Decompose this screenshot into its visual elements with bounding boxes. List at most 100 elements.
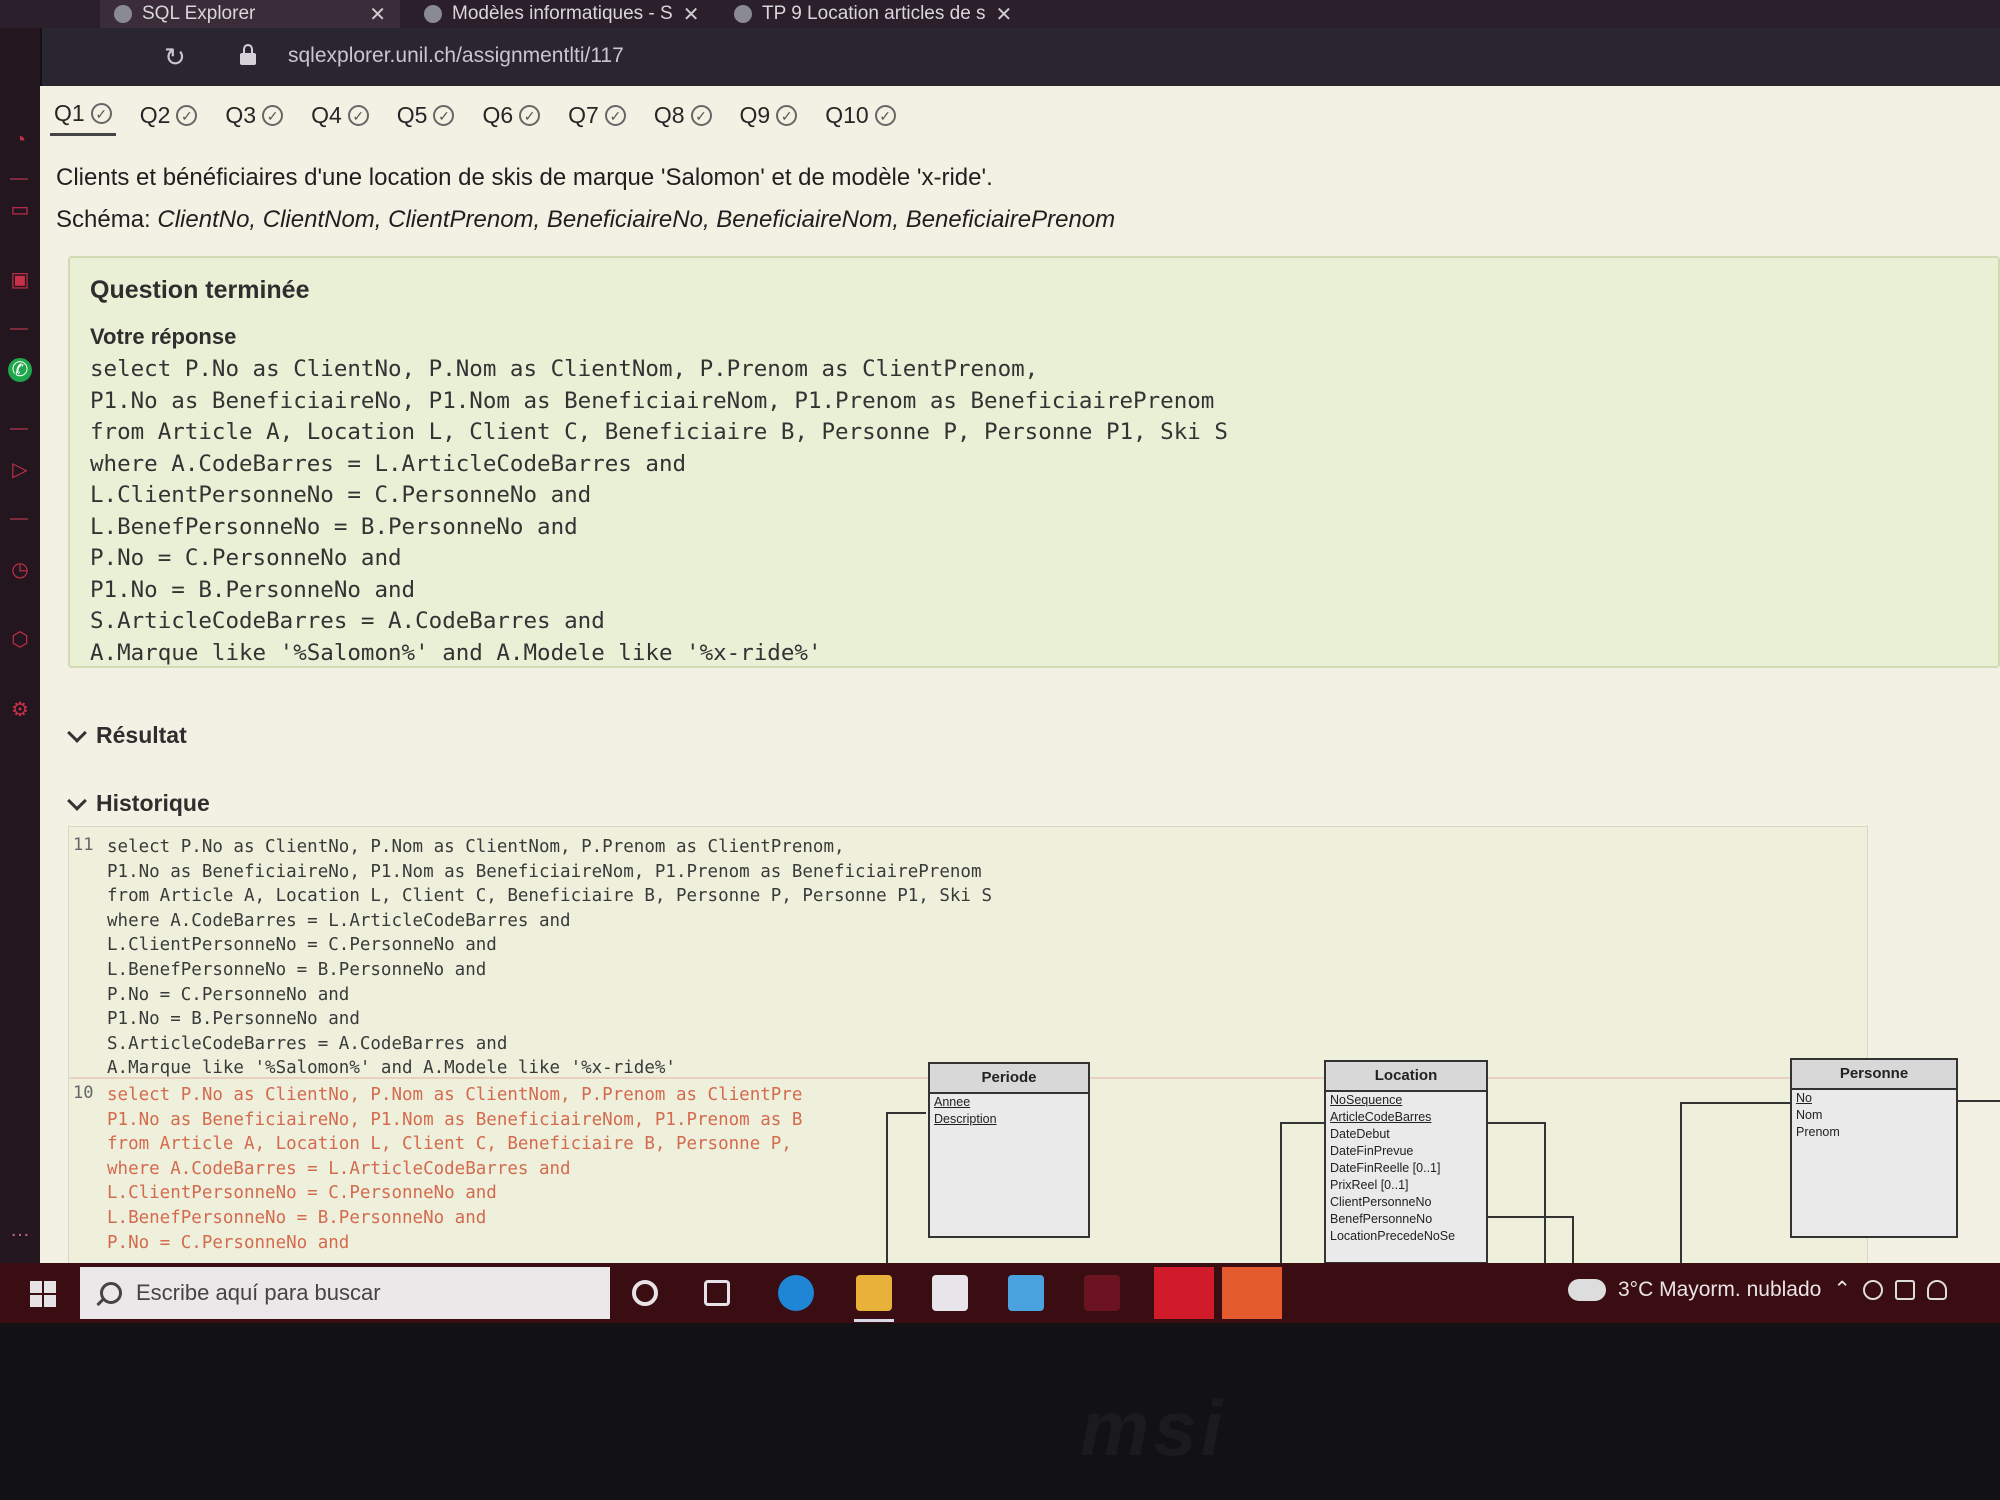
history-clock-icon[interactable]: ◷ — [8, 558, 32, 582]
entity-attribute: Annee — [934, 1095, 971, 1109]
sql-explorer-favicon-icon — [114, 5, 132, 23]
entity-periode[interactable]: Periode Annee Description — [928, 1062, 1090, 1238]
onedrive-cloud-icon[interactable] — [1926, 1279, 1947, 1300]
weather-text[interactable]: 3°C Mayorm. nublado — [1618, 1278, 1821, 1302]
lock-icon[interactable] — [240, 44, 256, 66]
settings-gear-icon[interactable]: ⚙ — [8, 698, 32, 722]
tab-label: SQL Explorer — [142, 3, 256, 24]
schema-fields: ClientNo, ClientNom, ClientPrenom, Benef… — [157, 206, 1116, 233]
answer-subtitle: Votre réponse — [90, 324, 237, 349]
tab-label: Q7 — [568, 101, 599, 128]
diagram-connector — [1572, 1216, 1574, 1263]
tab-label: Q10 — [825, 101, 869, 128]
tab-label: Q1 — [54, 100, 85, 126]
history-entry-sql: select P.No as ClientNo, P.Nom as Client… — [107, 837, 993, 1079]
tab-modeles-informatiques[interactable]: Modèles informatiques - S ✕ — [410, 0, 710, 28]
sidebar-divider — [10, 428, 28, 430]
tab-tp9-location[interactable]: TP 9 Location articles de s ✕ — [720, 0, 1020, 28]
tab-q8[interactable]: Q8 ✓ — [650, 100, 716, 136]
twitch-icon[interactable]: ▣ — [8, 268, 32, 292]
weather-cloud-icon — [1568, 1268, 1606, 1301]
mail-icon[interactable] — [1008, 1275, 1044, 1311]
tab-label: Modèles informatiques - S — [452, 3, 673, 24]
check-circle-icon: ✓ — [604, 104, 626, 126]
cortana-icon[interactable] — [632, 1280, 658, 1306]
url-field[interactable]: sqlexplorer.unil.ch/assignmentlti/117 — [288, 44, 624, 68]
section-label: Résultat — [96, 722, 187, 748]
taskbar-search-box[interactable]: Escribe aquí para buscar — [80, 1267, 610, 1319]
system-tray: 3°C Mayorm. nublado ⌃ — [1568, 1268, 1947, 1302]
result-section-toggle[interactable]: Résultat — [67, 722, 187, 749]
diagram-connector — [1958, 1100, 2000, 1102]
entity-title: Personne — [1792, 1060, 1956, 1090]
sidebar-divider — [10, 328, 28, 330]
search-icon — [100, 1282, 122, 1304]
msi-logo: msi — [1080, 1384, 1227, 1472]
tab-q2[interactable]: Q2 ✓ — [136, 100, 202, 136]
diagram-connector — [1544, 1122, 1546, 1263]
file-explorer-icon[interactable] — [856, 1275, 892, 1311]
reload-icon[interactable]: ↻ — [164, 42, 186, 73]
more-dots-icon[interactable]: … — [8, 1218, 32, 1242]
chevron-down-icon — [67, 722, 87, 743]
opera-browser-icon[interactable] — [1154, 1267, 1214, 1319]
tab-q1[interactable]: Q1 ✓ — [50, 100, 116, 136]
address-bar: ↻ sqlexplorer.unil.ch/assignmentlti/117 — [40, 28, 2000, 86]
file-app-icon[interactable] — [1222, 1267, 1282, 1319]
msi-dragon-center-icon[interactable] — [1084, 1275, 1120, 1311]
diagram-connector — [1280, 1122, 1282, 1263]
tab-label: TP 9 Location articles de s — [762, 3, 986, 24]
close-tab-icon[interactable]: ✕ — [369, 2, 386, 27]
tab-sql-explorer[interactable]: SQL Explorer ✕ — [100, 0, 400, 28]
display-icon[interactable] — [1894, 1279, 1915, 1300]
microsoft-store-icon[interactable] — [932, 1275, 968, 1311]
diagram-connector — [1488, 1216, 1572, 1218]
check-circle-icon: ✓ — [262, 104, 284, 126]
windows-start-icon[interactable] — [30, 1281, 56, 1307]
tab-label: Q4 — [311, 101, 342, 128]
diagram-connector — [1488, 1122, 1544, 1124]
answer-sql-code: select P.No as ClientNo, P.Nom as Client… — [90, 356, 1228, 666]
check-circle-icon: ✓ — [874, 104, 896, 126]
entity-attribute: ClientPersonneNo — [1330, 1195, 1432, 1209]
close-tab-icon[interactable]: ✕ — [683, 2, 700, 27]
sidebar-divider — [10, 518, 28, 520]
tab-q9[interactable]: Q9 ✓ — [736, 100, 802, 136]
history-entry-sql: select P.No as ClientNo, P.Nom as Client… — [107, 1085, 803, 1253]
check-circle-icon: ✓ — [519, 104, 541, 126]
tab-label: Q8 — [653, 101, 685, 128]
cube-icon[interactable]: ⬡ — [8, 628, 32, 652]
chevron-up-icon[interactable]: ⌃ — [1833, 1277, 1851, 1302]
tab-q3[interactable]: Q3 ✓ — [221, 100, 287, 136]
entity-attribute: Prenom — [1796, 1125, 1840, 1139]
tab-q6[interactable]: Q6 ✓ — [478, 100, 544, 136]
tab-q4[interactable]: Q4 ✓ — [307, 100, 373, 136]
entity-attribute: PrixReel [0..1] — [1330, 1178, 1409, 1192]
tab-label: Q6 — [482, 101, 514, 128]
entity-title: Location — [1326, 1062, 1486, 1092]
network-icon[interactable] — [1862, 1279, 1883, 1300]
check-circle-icon: ✓ — [90, 103, 112, 124]
tab-label: Q3 — [225, 101, 257, 128]
globe-icon — [424, 5, 442, 23]
entity-location[interactable]: Location NoSequence ArticleCodeBarres Da… — [1324, 1060, 1488, 1263]
tab-q10[interactable]: Q10 ✓ — [821, 100, 899, 136]
entity-attribute: Nom — [1796, 1108, 1823, 1122]
whatsapp-icon[interactable]: ✆ — [8, 358, 32, 382]
entity-title: Periode — [930, 1064, 1088, 1094]
history-section-toggle[interactable]: Historique — [67, 790, 210, 817]
globe-icon — [734, 5, 752, 23]
entity-attribute: NoSequence — [1330, 1093, 1403, 1107]
entity-attribute: LocationPrecedeNoSe — [1330, 1229, 1456, 1243]
tab-q7[interactable]: Q7 ✓ — [564, 100, 630, 136]
shopping-bag-icon[interactable]: ▭ — [8, 198, 32, 222]
diagram-connector — [1680, 1102, 1682, 1263]
task-view-icon[interactable] — [704, 1280, 730, 1306]
player-icon[interactable]: ▷ — [8, 458, 32, 482]
speed-dial-icon[interactable]: ◔ — [8, 128, 32, 152]
tab-q5[interactable]: Q5 ✓ — [393, 100, 459, 136]
edge-browser-icon[interactable] — [778, 1275, 814, 1311]
close-tab-icon[interactable]: ✕ — [996, 2, 1013, 27]
entity-personne[interactable]: Personne No Nom Prenom — [1790, 1058, 1958, 1238]
diagram-connector — [886, 1112, 926, 1114]
